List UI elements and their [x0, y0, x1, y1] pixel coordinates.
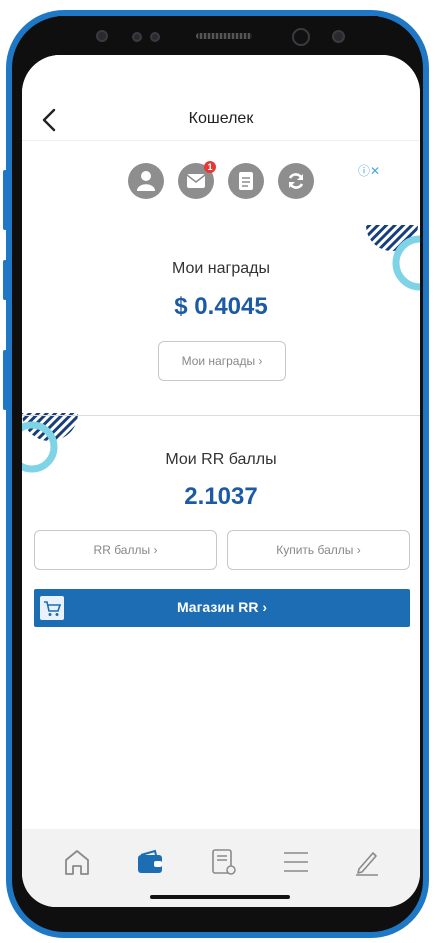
- my-rewards-button[interactable]: Мои награды ›: [158, 341, 286, 381]
- decor-pattern: [22, 413, 78, 473]
- menu-icon[interactable]: [281, 847, 311, 877]
- page-title: Кошелек: [188, 110, 254, 127]
- document-icon[interactable]: [228, 163, 264, 199]
- pencil-icon[interactable]: [352, 847, 382, 877]
- rr-points-button[interactable]: RR баллы ›: [34, 530, 217, 570]
- home-icon[interactable]: [62, 847, 92, 877]
- rewards-value: $ 0.4045: [174, 293, 268, 320]
- app-screen: Кошелек 1 ⓘ✕ Мои награды $ 0.4045 Мои на…: [22, 55, 420, 907]
- sensor: [96, 30, 108, 42]
- sensor: [150, 32, 160, 42]
- decor-pattern: [366, 225, 420, 291]
- front-camera: [292, 28, 310, 46]
- home-indicator: [150, 895, 290, 899]
- rewards-title: Мои награды: [172, 260, 270, 277]
- rr-points-title: Мои RR баллы: [165, 451, 277, 468]
- section-divider: [22, 415, 420, 416]
- action-icon-row: 1: [128, 161, 314, 199]
- volume-button: [3, 260, 8, 300]
- volume-button: [3, 170, 8, 230]
- buy-points-button[interactable]: Купить баллы ›: [227, 530, 410, 570]
- profile-icon[interactable]: [128, 163, 164, 199]
- rr-shop-button[interactable]: Магазин RR ›: [34, 589, 410, 627]
- rr-shop-label: Магазин RR ›: [176, 599, 268, 615]
- refresh-icon[interactable]: [278, 163, 314, 199]
- speaker: [196, 33, 252, 39]
- top-bar: Кошелек: [22, 55, 420, 141]
- mail-icon[interactable]: 1: [178, 161, 216, 199]
- rr-points-value: 2.1037: [184, 483, 258, 510]
- sensor: [332, 30, 345, 43]
- wallet-icon[interactable]: [135, 847, 165, 877]
- sensor: [132, 32, 142, 42]
- ad-choices-icon[interactable]: ⓘ✕: [358, 162, 380, 179]
- document-icon[interactable]: [208, 847, 238, 877]
- notification-badge: 1: [204, 161, 216, 173]
- bottom-tab-bar: [22, 829, 420, 907]
- side-button: [3, 350, 8, 410]
